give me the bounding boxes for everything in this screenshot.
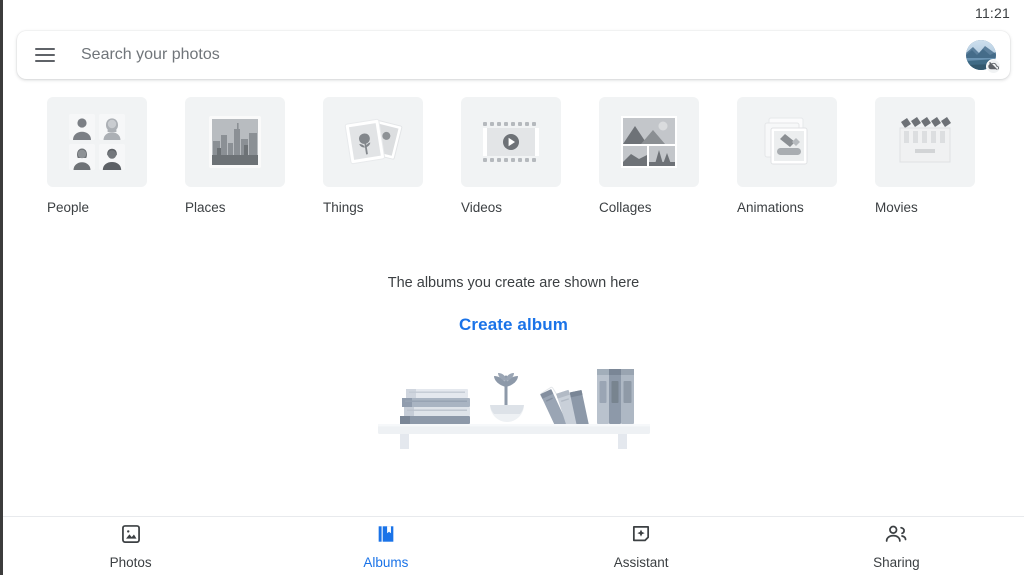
people-face-grid — [69, 114, 125, 170]
nav-label: Sharing — [873, 554, 920, 570]
create-album-button[interactable]: Create album — [459, 315, 568, 335]
stacked-photos-icon — [737, 97, 837, 187]
category-tile-people[interactable]: People — [47, 97, 185, 215]
category-label: Things — [323, 200, 364, 215]
status-bar: 11:21 — [3, 0, 1024, 26]
assistant-sparkle-icon — [630, 523, 652, 550]
search-bar-container: Search your photos — [3, 26, 1024, 79]
category-tiles: People Places Things Videos Collages Ani… — [3, 79, 1024, 215]
photo-cards-flower-icon — [323, 97, 423, 187]
people-faces-icon — [47, 97, 147, 187]
category-tile-collages[interactable]: Collages — [599, 97, 737, 215]
hamburger-line — [35, 48, 55, 50]
category-label: Animations — [737, 200, 804, 215]
category-label: People — [47, 200, 90, 215]
hamburger-line — [35, 60, 55, 62]
collage-grid-icon — [599, 97, 699, 187]
category-tile-videos[interactable]: Videos — [461, 97, 599, 215]
category-tile-places[interactable]: Places — [185, 97, 323, 215]
album-book-icon — [375, 523, 397, 550]
category-tile-movies[interactable]: Movies — [875, 97, 1013, 215]
account-avatar[interactable] — [966, 40, 1001, 74]
face-thumb — [99, 144, 125, 170]
category-label: Videos — [461, 200, 503, 215]
nav-item-sharing[interactable]: Sharing — [769, 523, 1024, 570]
nav-label: Albums — [363, 554, 409, 570]
nav-item-photos[interactable]: Photos — [3, 523, 258, 570]
photo-image-icon — [120, 523, 142, 550]
albums-empty-state: The albums you create are shown here Cre… — [3, 275, 1024, 449]
backup-off-icon — [986, 59, 1001, 74]
category-tile-animations[interactable]: Animations — [737, 97, 875, 215]
cityscape-icon — [185, 97, 285, 187]
face-thumb — [69, 114, 95, 140]
category-tile-things[interactable]: Things — [323, 97, 461, 215]
status-clock: 11:21 — [975, 5, 1010, 21]
face-thumb — [99, 114, 125, 140]
people-share-icon — [884, 523, 908, 550]
nav-label: Photos — [109, 554, 152, 570]
category-label: Places — [185, 200, 226, 215]
nav-item-albums[interactable]: Albums — [258, 523, 513, 570]
hamburger-line — [35, 54, 55, 56]
nav-item-assistant[interactable]: Assistant — [514, 523, 769, 570]
bottom-navigation: Photos Albums Assistant Sharing — [3, 516, 1024, 575]
face-thumb — [69, 144, 95, 170]
search-input[interactable]: Search your photos — [81, 46, 966, 64]
search-bar[interactable]: Search your photos — [17, 31, 1010, 79]
clapperboard-icon — [875, 97, 975, 187]
bookshelf-illustration — [3, 357, 1024, 449]
hamburger-menu-icon[interactable] — [35, 48, 55, 62]
nav-label: Assistant — [613, 554, 669, 570]
category-label: Collages — [599, 200, 652, 215]
film-strip-play-icon — [461, 97, 561, 187]
empty-state-message: The albums you create are shown here — [387, 275, 640, 291]
category-label: Movies — [875, 200, 918, 215]
